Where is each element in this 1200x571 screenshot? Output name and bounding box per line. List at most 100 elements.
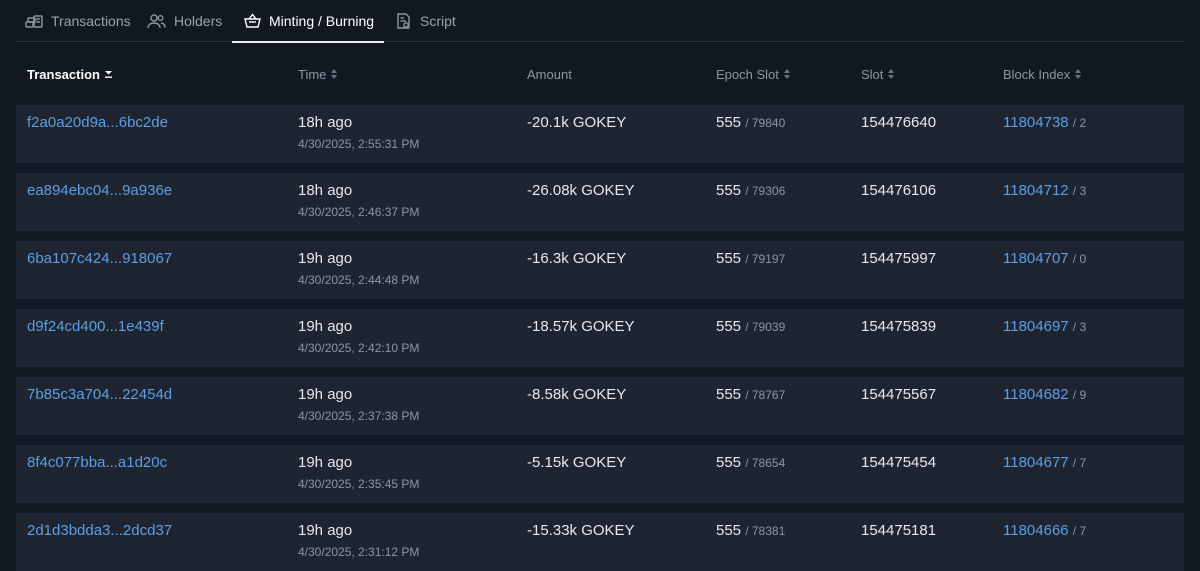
epoch-slot-number: / 79840 [745,116,786,130]
sort-icon [783,68,791,80]
column-header-amount: Amount [527,62,572,86]
coins-icon [25,13,43,29]
basket-icon [244,13,261,29]
block-index-cell: 11804666 / 7 [1003,522,1086,539]
column-label: Block Index [1003,66,1071,82]
block-link[interactable]: 11804738 [1003,114,1069,131]
slot-value: 154476106 [861,182,937,199]
column-header-slot[interactable]: Slot [861,62,895,86]
amount-value: -16.3k GOKEY [527,250,627,267]
epoch-slot-number: / 78381 [745,524,786,538]
transaction-hash-link[interactable]: 8f4c077bba...a1d20c [27,454,167,471]
time-ago: 19h ago [298,250,353,267]
tab-label: Holders [174,13,223,29]
epoch-slot-number: / 78767 [745,388,786,402]
epoch-number: 555 [716,114,742,131]
sort-icon [330,68,338,80]
sort-desc-icon [104,69,113,80]
epoch-number: 555 [716,454,742,471]
tab-label: Minting / Burning [269,13,375,29]
epoch-slot-number: / 78654 [745,456,786,470]
column-header-block-index[interactable]: Block Index [1003,62,1082,86]
epoch-slot-cell: 555 / 79306 [716,182,785,199]
epoch-number: 555 [716,522,742,539]
time-absolute: 4/30/2025, 2:37:38 PM [298,409,420,423]
time-ago: 19h ago [298,522,353,539]
table-row: 8f4c077bba...a1d20c 19h ago 4/30/2025, 2… [16,445,1184,503]
epoch-number: 555 [716,386,742,403]
transaction-hash-link[interactable]: d9f24cd400...1e439f [27,318,164,335]
time-cell: 19h ago 4/30/2025, 2:35:45 PM [298,454,419,491]
transaction-hash-link[interactable]: 7b85c3a704...22454d [27,386,172,403]
transaction-hash-link[interactable]: ea894ebc04...9a936e [27,182,172,199]
table-header: Transaction Time Amount Epoch Slot Slot … [16,62,1184,88]
transaction-hash-link[interactable]: 2d1d3bdda3...2dcd37 [27,522,172,539]
block-link[interactable]: 11804666 [1003,522,1069,539]
sort-icon [887,68,895,80]
epoch-slot-number: / 79039 [745,320,786,334]
column-label: Time [298,66,327,82]
amount-value: -20.1k GOKEY [527,114,627,131]
time-cell: 19h ago 4/30/2025, 2:37:38 PM [298,386,419,423]
block-index-cell: 11804738 / 2 [1003,114,1086,131]
slot-value: 154475454 [861,454,937,471]
tx-index: / 7 [1072,524,1087,538]
tab-label: Transactions [51,13,131,29]
tx-index: / 3 [1072,184,1087,198]
table-row: f2a0a20d9a...6bc2de 18h ago 4/30/2025, 2… [16,105,1184,163]
epoch-slot-cell: 555 / 79197 [716,250,785,267]
tab-bar: Transactions Holders Minting / Burning S… [16,0,1184,43]
tab-holders[interactable]: Holders [147,0,222,42]
time-ago: 19h ago [298,386,353,403]
epoch-slot-number: / 79306 [745,184,786,198]
column-label: Amount [527,66,572,82]
tx-index: / 7 [1072,456,1087,470]
tab-transactions[interactable]: Transactions [25,0,131,42]
block-link[interactable]: 11804677 [1003,454,1069,471]
slot-value: 154476640 [861,114,937,131]
column-header-time[interactable]: Time [298,62,338,86]
tab-label: Script [420,13,456,29]
time-absolute: 4/30/2025, 2:44:48 PM [298,273,420,287]
epoch-number: 555 [716,318,742,335]
column-label: Transaction [27,66,100,82]
block-index-cell: 11804697 / 3 [1003,318,1086,335]
column-header-epoch-slot[interactable]: Epoch Slot [716,62,791,86]
epoch-number: 555 [716,250,742,267]
block-link[interactable]: 11804712 [1003,182,1069,199]
tx-index: / 9 [1072,388,1087,402]
time-ago: 19h ago [298,454,353,471]
epoch-slot-cell: 555 / 78381 [716,522,785,539]
tab-minting-burning[interactable]: Minting / Burning [232,0,385,43]
script-icon [395,12,412,30]
table-row: 2d1d3bdda3...2dcd37 19h ago 4/30/2025, 2… [16,513,1184,571]
amount-value: -5.15k GOKEY [527,454,627,471]
amount-value: -26.08k GOKEY [527,182,635,199]
block-index-cell: 11804677 / 7 [1003,454,1086,471]
tab-script[interactable]: Script [395,0,456,42]
column-label: Slot [861,66,884,82]
slot-value: 154475181 [861,522,937,539]
users-icon [147,13,166,29]
amount-value: -8.58k GOKEY [527,386,627,403]
block-index-cell: 11804682 / 9 [1003,386,1086,403]
slot-value: 154475839 [861,318,937,335]
block-link[interactable]: 11804682 [1003,386,1069,403]
epoch-number: 555 [716,182,742,199]
column-label: Epoch Slot [716,66,779,82]
time-ago: 18h ago [298,114,353,131]
block-link[interactable]: 11804697 [1003,318,1069,335]
slot-value: 154475997 [861,250,937,267]
amount-value: -18.57k GOKEY [527,318,635,335]
epoch-slot-cell: 555 / 79039 [716,318,785,335]
block-link[interactable]: 11804707 [1003,250,1069,267]
epoch-slot-cell: 555 / 79840 [716,114,785,131]
time-absolute: 4/30/2025, 2:31:12 PM [298,545,420,559]
table-row: d9f24cd400...1e439f 19h ago 4/30/2025, 2… [16,309,1184,367]
column-header-transaction[interactable]: Transaction [27,62,113,86]
transaction-hash-link[interactable]: 6ba107c424...918067 [27,250,172,267]
epoch-slot-cell: 555 / 78654 [716,454,785,471]
time-cell: 18h ago 4/30/2025, 2:46:37 PM [298,182,419,219]
epoch-slot-number: / 79197 [745,252,786,266]
transaction-hash-link[interactable]: f2a0a20d9a...6bc2de [27,114,168,131]
